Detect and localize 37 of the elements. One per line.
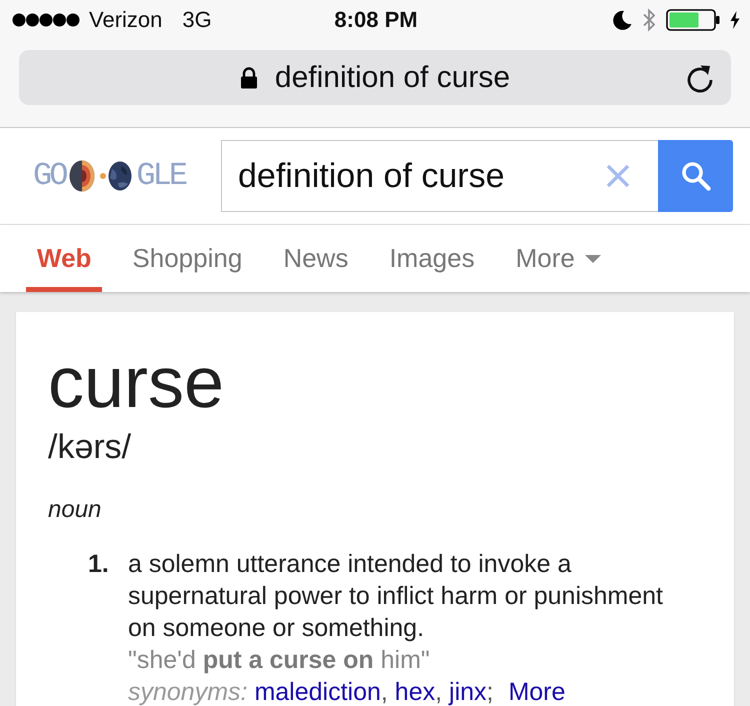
logo-letters: GLE [136, 159, 186, 193]
tab[interactable]: News [272, 225, 360, 292]
synonym-link[interactable]: malediction [254, 678, 381, 706]
pronunciation: /kərs/ [48, 427, 132, 467]
clear-icon[interactable] [606, 164, 630, 188]
part-of-speech: noun [48, 495, 102, 525]
charging-bolt-icon [730, 11, 740, 29]
search-icon [680, 161, 710, 191]
search-button[interactable] [658, 140, 733, 212]
example-sentence: "she'd put a curse on him" [128, 645, 431, 676]
tab[interactable]: More [504, 225, 612, 292]
carrier-name: Verizon [89, 7, 162, 33]
search-field[interactable]: definition of curse [221, 140, 658, 212]
query-text: definition of curse [238, 156, 504, 196]
clock-time: 8:08 PM [334, 7, 418, 33]
dot-icon [100, 173, 106, 179]
headword: curse [48, 347, 224, 419]
moon-icon [612, 10, 632, 30]
network-type: 3G [182, 7, 212, 33]
synonyms-line: synonyms: malediction, hex, jinx; More [128, 677, 566, 706]
definition-text: a solemn utterance intended to invoke a supernatural power to inflict harm or punishment on someone or something. [128, 549, 664, 644]
caret-icon [584, 254, 601, 262]
tab[interactable]: Shopping [121, 225, 254, 292]
sense-number: 1. [88, 549, 110, 580]
synonym-link[interactable]: hex [394, 678, 436, 706]
logo-letters: GO [33, 159, 66, 193]
reload-icon[interactable] [686, 62, 714, 92]
battery-icon [666, 9, 720, 31]
cutaway-planet-icon [69, 160, 96, 192]
tab[interactable]: Images [378, 225, 486, 292]
more-link[interactable]: More [508, 678, 566, 706]
synonym-link[interactable]: jinx [449, 678, 487, 706]
planet-icon [108, 161, 132, 191]
signal-strength-icon [12, 13, 80, 27]
bluetooth-icon [642, 8, 656, 32]
url-text: definition of curse [274, 60, 510, 96]
address-bar[interactable]: definition of curse [19, 50, 731, 105]
